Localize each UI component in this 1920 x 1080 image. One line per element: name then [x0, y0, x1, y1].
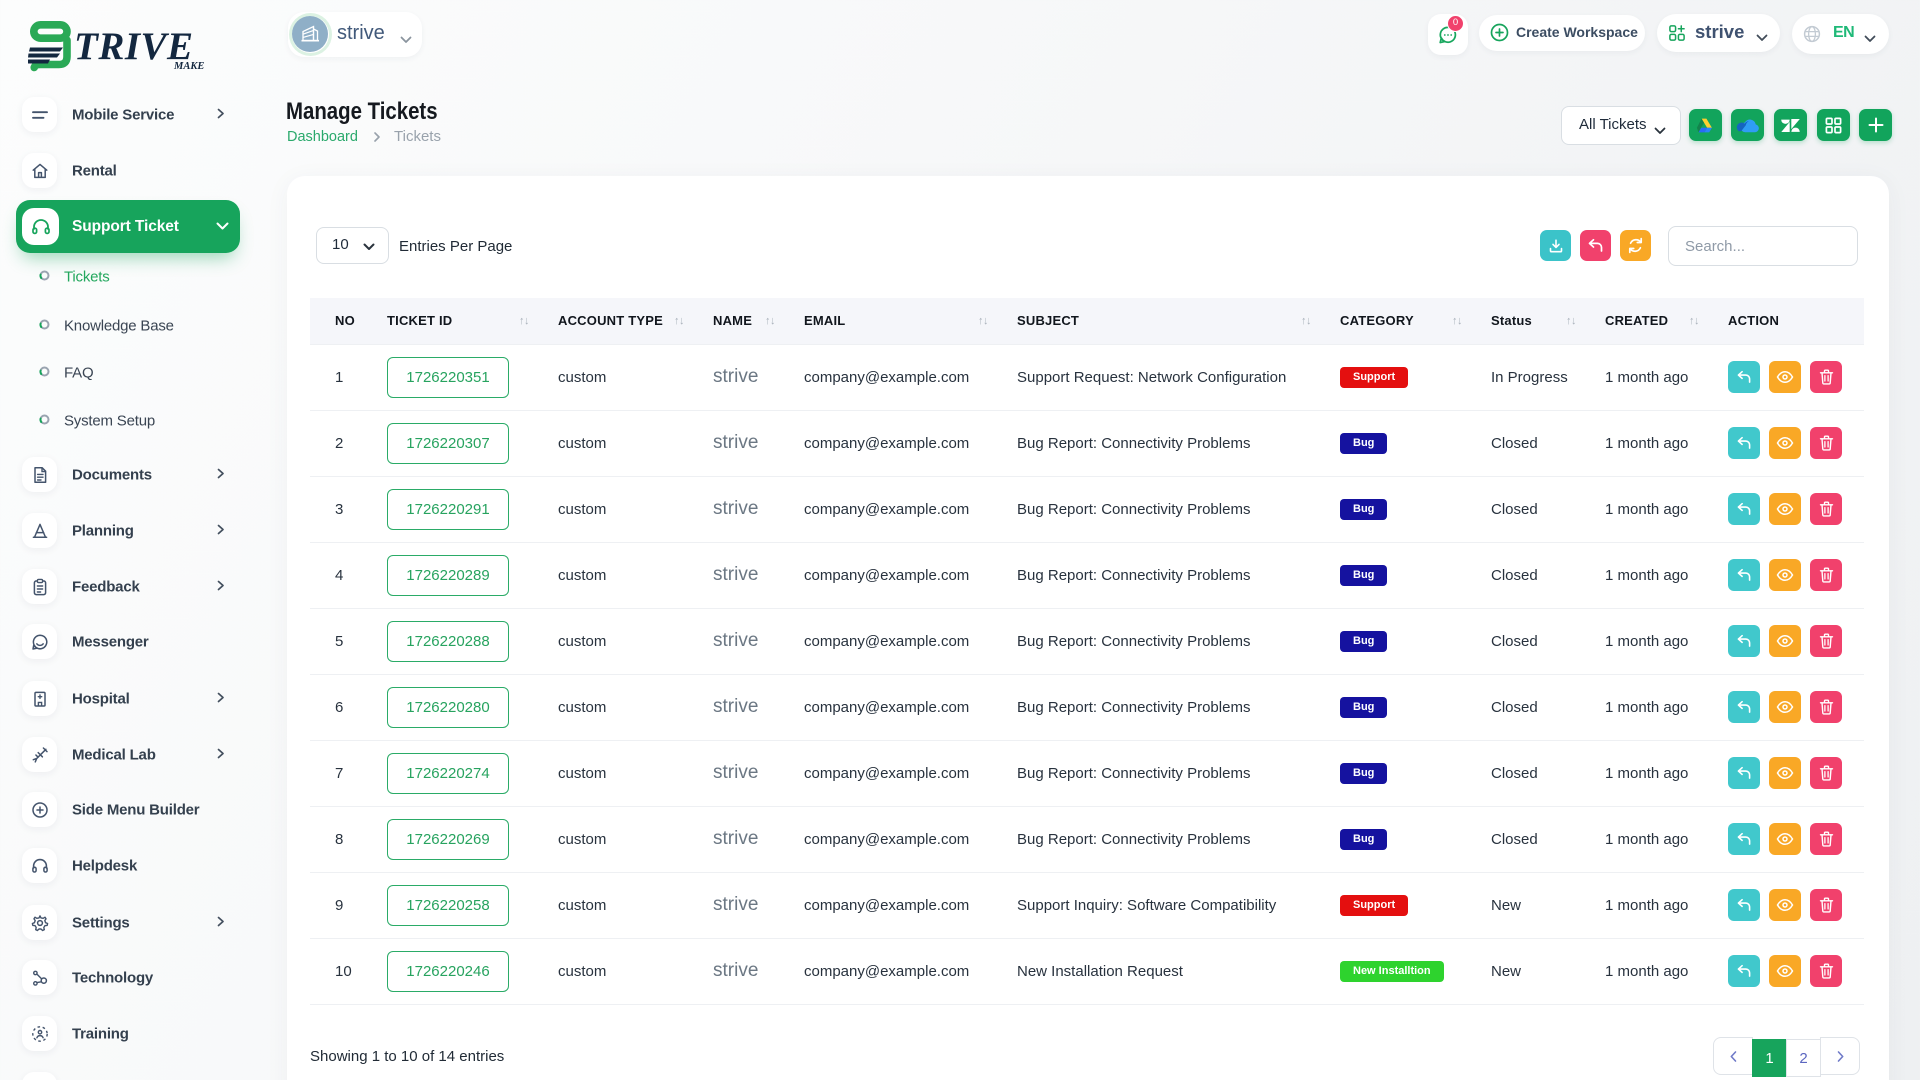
svg-text:MAKE: MAKE [173, 61, 204, 72]
